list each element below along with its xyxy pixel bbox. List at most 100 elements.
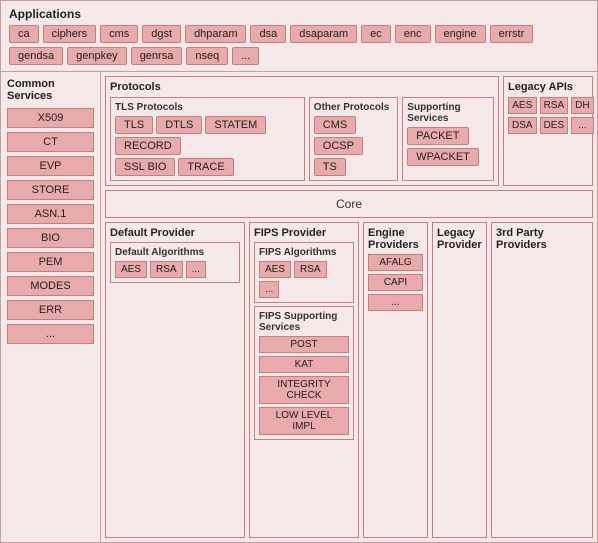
cms-tag: CMS — [314, 116, 356, 134]
fips-provider-title: FIPS Provider — [254, 227, 354, 239]
tls-title: TLS Protocols — [115, 102, 300, 113]
legacy-des: DES — [540, 117, 569, 134]
app-tag: dsa — [250, 25, 286, 43]
app-tag: ec — [361, 25, 391, 43]
statem-tag: STATEM — [205, 116, 266, 134]
ts-tag: TS — [314, 158, 346, 176]
protocols-title: Protocols — [110, 81, 494, 93]
fips-integrity-check: INTEGRITY CHECK — [259, 376, 349, 404]
ssl-bio-tag: SSL BIO — [115, 158, 175, 176]
app-tag: dgst — [142, 25, 181, 43]
third-party-title: 3rd Party Providers — [496, 227, 588, 251]
wpacket-tag: WPACKET — [407, 148, 479, 166]
def-rsa: RSA — [150, 261, 183, 278]
common-service-item: BIO — [7, 228, 94, 248]
tls-row1: TLS DTLS STATEM RECORD — [115, 116, 300, 155]
common-service-item: ERR — [7, 300, 94, 320]
fips-aes: AES — [259, 261, 291, 278]
app-tags: cacipherscmsdgstdhparamdsadsaparamecence… — [9, 25, 589, 65]
right-area: Protocols TLS Protocols TLS DTLS STATEM … — [101, 72, 597, 542]
common-service-item: ASN.1 — [7, 204, 94, 224]
other-protocols-title: Other Protocols — [314, 102, 394, 113]
engine-capi: CAPI — [368, 274, 423, 291]
protocols-section: Protocols TLS Protocols TLS DTLS STATEM … — [105, 76, 499, 186]
fips-more: ... — [259, 281, 279, 298]
common-service-item: CT — [7, 132, 94, 152]
app-tag: genpkey — [67, 47, 127, 65]
legacy-rsa: RSA — [540, 97, 569, 114]
fips-alg-title: FIPS Algorithms — [259, 247, 349, 258]
main-content: Common Services X509 CT EVP STORE ASN.1 BIO PE… — [1, 72, 597, 542]
legacy-provider: Legacy Provider — [432, 222, 487, 538]
common-service-item: PEM — [7, 252, 94, 272]
default-provider-title: Default Provider — [110, 227, 240, 239]
engine-inner: AFALG CAPI ... — [368, 254, 423, 311]
supporting-title: Supporting Services — [407, 102, 489, 124]
other-tags: CMS OCSP — [314, 116, 394, 155]
default-alg-title: Default Algorithms — [115, 247, 235, 258]
common-service-item: EVP — [7, 156, 94, 176]
trace-tag: TRACE — [178, 158, 233, 176]
protocols-inner: TLS Protocols TLS DTLS STATEM RECORD SSL… — [110, 97, 494, 181]
engine-more: ... — [368, 294, 423, 311]
default-algorithms-box: Default Algorithms AES RSA ... — [110, 242, 240, 283]
fips-supporting-box: FIPS Supporting Services POST KAT INTEGR… — [254, 306, 354, 440]
common-service-item: X509 — [7, 108, 94, 128]
app-tag: cms — [100, 25, 138, 43]
top-row: Protocols TLS Protocols TLS DTLS STATEM … — [105, 76, 593, 186]
other-protocols-box: Other Protocols CMS OCSP TS — [309, 97, 399, 181]
legacy-aes: AES — [508, 97, 537, 114]
legacy-grid: AES RSA DH DSA DES ... — [508, 97, 588, 134]
def-more: ... — [186, 261, 206, 278]
def-aes: AES — [115, 261, 147, 278]
fips-sup-title: FIPS Supporting Services — [259, 311, 349, 333]
app-tag: ... — [232, 47, 259, 65]
tls-row2: SSL BIO TRACE — [115, 158, 300, 176]
third-party-providers: 3rd Party Providers — [491, 222, 593, 538]
applications-section: Applications cacipherscmsdgstdhparamdsad… — [1, 1, 597, 72]
applications-title: Applications — [9, 7, 589, 21]
fips-sup-inner: POST KAT INTEGRITY CHECK LOW LEVEL IMPL — [259, 336, 349, 435]
default-alg-tags: AES RSA ... — [115, 261, 235, 278]
dtls-tag: DTLS — [156, 116, 202, 134]
fips-provider: FIPS Provider FIPS Algorithms AES RSA ..… — [249, 222, 359, 538]
app-tag: ca — [9, 25, 39, 43]
supporting-services-box: Supporting Services PACKET WPACKET — [402, 97, 494, 181]
app-container: Applications cacipherscmsdgstdhparamdsad… — [0, 0, 598, 543]
common-service-item: ... — [7, 324, 94, 344]
app-tag: genrsa — [131, 47, 183, 65]
fips-low-level: LOW LEVEL IMPL — [259, 407, 349, 435]
app-tag: engine — [435, 25, 486, 43]
app-tag: errstr — [490, 25, 534, 43]
packet-tag: PACKET — [407, 127, 468, 145]
legacy-dsa: DSA — [508, 117, 537, 134]
legacy-more: ... — [571, 117, 593, 134]
fips-post: POST — [259, 336, 349, 353]
engine-afalg: AFALG — [368, 254, 423, 271]
app-tag: dhparam — [185, 25, 246, 43]
common-service-item: MODES — [7, 276, 94, 296]
common-service-item: STORE — [7, 180, 94, 200]
core-bar: Core — [105, 190, 593, 218]
app-tag: ciphers — [43, 25, 96, 43]
providers-row: Default Provider Default Algorithms AES … — [105, 222, 593, 538]
common-services-panel: Common Services X509 CT EVP STORE ASN.1 BIO PE… — [1, 72, 101, 542]
app-tag: nseq — [186, 47, 228, 65]
fips-rsa: RSA — [294, 261, 327, 278]
app-tag: gendsa — [9, 47, 63, 65]
common-services-title: Common Services — [7, 78, 94, 102]
ts-tag-row: TS — [314, 158, 394, 176]
default-provider: Default Provider Default Algorithms AES … — [105, 222, 245, 538]
ocsp-tag: OCSP — [314, 137, 363, 155]
legacy-provider-title: Legacy Provider — [437, 227, 482, 251]
fips-alg-tags: AES RSA ... — [259, 261, 349, 298]
engine-providers: Engine Providers AFALG CAPI ... — [363, 222, 428, 538]
app-tag: enc — [395, 25, 431, 43]
wpacket-tag-row: WPACKET — [407, 148, 489, 166]
legacy-dh: DH — [571, 97, 593, 114]
tls-tag: TLS — [115, 116, 153, 134]
fips-algorithms-box: FIPS Algorithms AES RSA ... — [254, 242, 354, 303]
record-tag: RECORD — [115, 137, 181, 155]
fips-kat: KAT — [259, 356, 349, 373]
tls-protocols-box: TLS Protocols TLS DTLS STATEM RECORD SSL… — [110, 97, 305, 181]
